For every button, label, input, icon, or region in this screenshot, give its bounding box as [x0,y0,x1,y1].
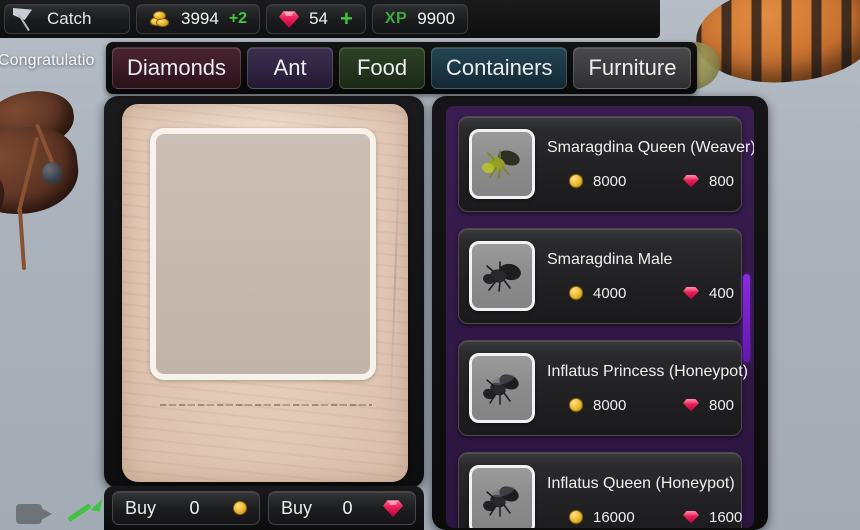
shop-list-panel: Smaragdina Queen (Weaver) 8000 800 Smara… [432,96,768,530]
catch-button-label: Catch [47,9,92,28]
green-weaver-ant-icon [482,150,520,179]
coin-price-value: 16000 [593,508,635,526]
coin-icon [569,174,583,188]
xp-value: 9900 [417,9,456,28]
buy-bar: Buy 0 Buy 0 [104,486,424,530]
video-camera-icon[interactable] [16,502,54,526]
gem-price-value: 400 [709,284,735,302]
buy-coins-label: Buy [125,497,157,518]
coin-stack-icon [149,10,171,28]
parchment-preview-area [150,128,376,380]
black-winged-ant-icon [483,486,519,517]
item-info: Smaragdina Queen (Weaver) 8000 800 [535,127,754,201]
item-thumbnail [469,465,535,528]
shop-list-item[interactable]: Smaragdina Male 4000 400 [458,228,742,324]
item-info: Inflatus Queen (Honeypot) 16000 1600 [535,463,742,528]
item-info: Smaragdina Male 4000 400 [535,239,734,313]
corner-action-icons [16,497,103,526]
gem-price-value: 1600 [709,508,743,526]
item-gem-price: 1600 [665,509,742,526]
item-detail-panel [104,96,424,488]
item-info: Inflatus Princess (Honeypot) 8000 800 [535,351,748,425]
tab-furniture[interactable]: Furniture [573,47,692,89]
gem-icon [683,511,699,524]
shop-list-scroll-area[interactable]: Smaragdina Queen (Weaver) 8000 800 Smara… [446,106,754,528]
black-ant-icon [483,261,521,292]
parchment-text-line [160,404,372,406]
tab-ant[interactable]: Ant [247,47,334,89]
gem-icon [683,287,699,300]
item-thumbnail [469,129,535,199]
coin-price-value: 8000 [593,396,627,414]
coin-icon [569,510,583,524]
add-gems-button[interactable]: + [340,8,353,30]
buy-coins-quantity: 0 [189,497,200,518]
item-coin-price: 8000 [547,173,665,190]
gem-icon [683,175,699,188]
gem-price-value: 800 [709,396,735,414]
net-icon [13,7,39,32]
item-gem-price: 800 [665,173,734,190]
item-thumbnail [469,241,535,311]
xp-counter: XP 9900 [371,4,469,34]
item-coin-price: 4000 [547,285,665,302]
green-arrow-icon[interactable] [67,497,103,526]
coin-value: 3994 [181,9,219,28]
item-gem-price: 400 [665,285,734,302]
buy-with-coins-button[interactable]: Buy 0 [112,491,260,525]
gem-icon [279,10,300,28]
ant-head-decoration [0,86,108,276]
xp-label: XP [384,10,408,27]
coin-price-value: 4000 [593,284,627,302]
item-name: Inflatus Princess (Honeypot) [547,362,748,380]
coin-price-value: 8000 [593,172,627,190]
item-name: Inflatus Queen (Honeypot) [547,474,735,492]
shop-list-item[interactable]: Inflatus Princess (Honeypot) 8000 800 [458,340,748,436]
top-hud-bar: Catch 3994 +2 54 + XP 9900 [0,0,660,38]
catch-button[interactable]: Catch [4,4,130,34]
parchment-card [122,104,408,482]
item-gem-price: 800 [665,397,734,414]
coin-counter[interactable]: 3994 +2 [136,4,261,34]
coin-icon [569,286,583,300]
item-coin-price: 8000 [547,397,665,414]
tab-food[interactable]: Food [339,47,426,89]
item-name: Smaragdina Male [547,250,673,268]
item-name: Smaragdina Queen (Weaver) [547,138,754,156]
shop-category-tabs: Diamonds Ant Food Containers Furniture [106,42,698,94]
item-thumbnail [469,353,535,423]
buy-with-gems-button[interactable]: Buy 0 [268,491,416,525]
shop-list-item[interactable]: Inflatus Queen (Honeypot) 16000 1600 [458,452,742,528]
gem-icon [683,399,699,412]
gem-price-value: 800 [709,172,735,190]
gem-counter[interactable]: 54 + [266,4,366,34]
buy-gems-label: Buy [281,497,313,518]
gem-icon [382,499,403,517]
shop-list-item[interactable]: Smaragdina Queen (Weaver) 8000 800 [458,116,754,212]
black-winged-ant-icon [483,374,519,405]
shop-list-scrollbar-thumb[interactable] [743,274,750,362]
tab-diamonds[interactable]: Diamonds [112,47,242,89]
gem-value: 54 [309,9,328,28]
buy-gems-quantity: 0 [342,497,353,518]
tab-containers[interactable]: Containers [431,47,568,89]
coin-icon [569,398,583,412]
coin-icon [232,501,247,515]
item-coin-price: 16000 [547,509,665,526]
congratulations-text: Congratulatio [0,52,95,69]
coin-delta: +2 [228,10,248,27]
